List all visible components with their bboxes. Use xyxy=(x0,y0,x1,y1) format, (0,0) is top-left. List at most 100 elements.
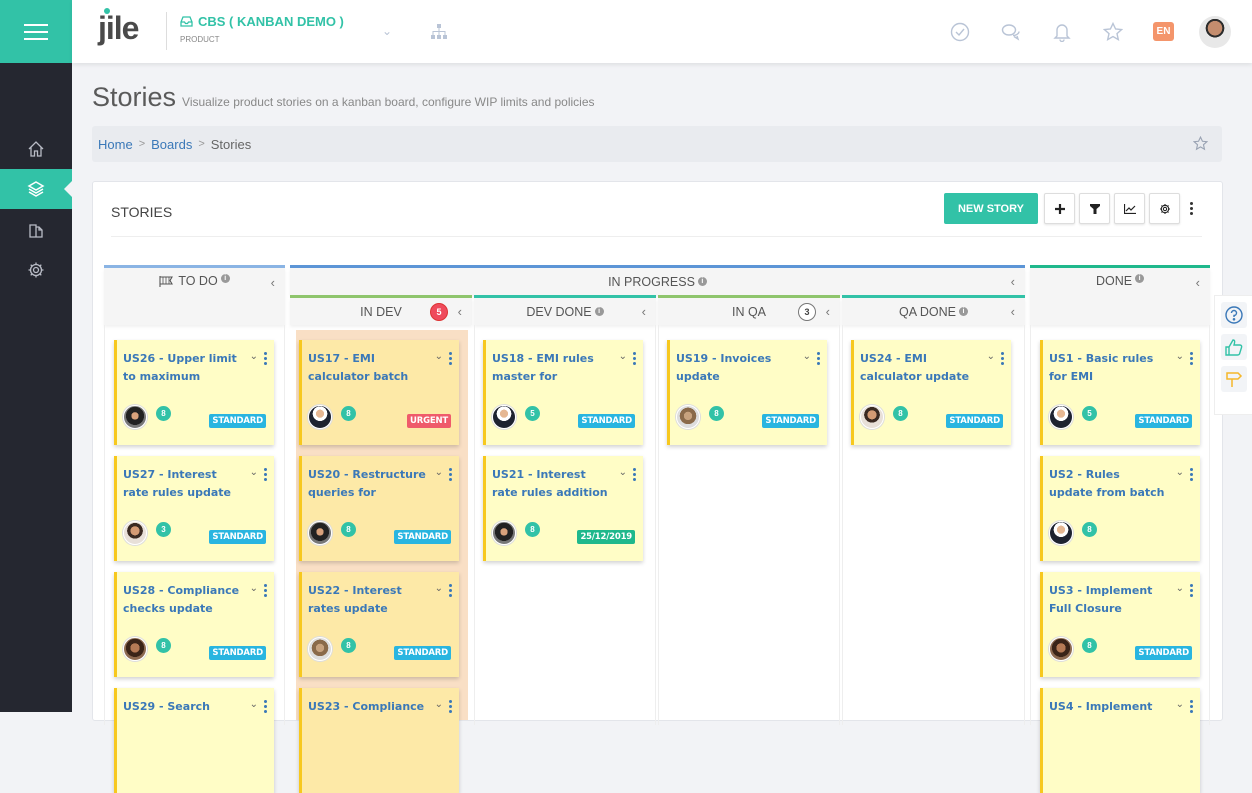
assignee-avatar[interactable] xyxy=(1049,637,1073,661)
story-title[interactable]: US27 - Interest rate rules update xyxy=(123,466,241,502)
story-title[interactable]: US1 - Basic rules for EMI xyxy=(1049,350,1167,386)
filter-button[interactable] xyxy=(1079,193,1110,224)
card-menu-icon[interactable] xyxy=(1001,352,1004,365)
story-title[interactable]: US29 - Search xyxy=(123,698,241,716)
expand-card-chevron-icon[interactable]: ⌄ xyxy=(250,351,258,362)
story-card[interactable]: US2 - Rules update from batch ⌄ 8 xyxy=(1040,456,1200,561)
add-button[interactable] xyxy=(1044,193,1075,224)
expand-card-chevron-icon[interactable]: ⌄ xyxy=(250,467,258,478)
expand-card-chevron-icon[interactable]: ⌄ xyxy=(250,583,258,594)
bookmark-button[interactable] xyxy=(1192,135,1209,154)
story-title[interactable]: US24 - EMI calculator update xyxy=(860,350,978,386)
sidebar-item-documents[interactable] xyxy=(0,210,72,250)
assignee-avatar[interactable] xyxy=(123,521,147,545)
more-options-button[interactable] xyxy=(1186,202,1196,215)
breadcrumb-boards[interactable]: Boards xyxy=(151,137,192,152)
expand-card-chevron-icon[interactable]: ⌄ xyxy=(435,583,443,594)
story-card[interactable]: US26 - Upper limit to maximum ⌄ 8 STANDARD xyxy=(114,340,274,445)
story-title[interactable]: US22 - Interest rates update xyxy=(308,582,426,618)
hierarchy-button[interactable] xyxy=(430,24,448,45)
expand-card-chevron-icon[interactable]: ⌄ xyxy=(987,351,995,362)
breadcrumb-home[interactable]: Home xyxy=(98,137,133,152)
story-title[interactable]: US21 - Interest rate rules addition xyxy=(492,466,610,502)
board-settings-button[interactable] xyxy=(1149,193,1180,224)
chart-button[interactable] xyxy=(1114,193,1145,224)
info-icon[interactable]: i xyxy=(958,307,968,316)
assignee-avatar[interactable] xyxy=(123,405,147,429)
language-button[interactable]: EN xyxy=(1138,22,1189,41)
story-card[interactable]: US22 - Interest rates update ⌄ 8 STANDARD xyxy=(299,572,459,677)
card-menu-icon[interactable] xyxy=(264,468,267,481)
collapse-column-button[interactable]: ‹ xyxy=(826,304,830,319)
story-title[interactable]: US4 - Implement xyxy=(1049,698,1167,716)
story-title[interactable]: US19 - Invoices update xyxy=(676,350,794,386)
story-card[interactable]: US4 - Implement ⌄ xyxy=(1040,688,1200,793)
story-title[interactable]: US18 - EMI rules master for xyxy=(492,350,610,386)
story-card[interactable]: US29 - Search ⌄ xyxy=(114,688,274,793)
expand-card-chevron-icon[interactable]: ⌄ xyxy=(1176,351,1184,362)
info-icon[interactable]: i xyxy=(1135,274,1145,283)
info-icon[interactable]: i xyxy=(594,307,604,316)
card-menu-icon[interactable] xyxy=(264,352,267,365)
story-card[interactable]: US27 - Interest rate rules update ⌄ 3 STAND… xyxy=(114,456,274,561)
card-menu-icon[interactable] xyxy=(449,352,452,365)
info-icon[interactable]: i xyxy=(220,274,230,283)
expand-card-chevron-icon[interactable]: ⌄ xyxy=(619,351,627,362)
story-title[interactable]: US3 - Implement Full Closure xyxy=(1049,582,1167,618)
story-card[interactable]: US24 - EMI calculator update ⌄ 8 STANDARD xyxy=(851,340,1011,445)
story-title[interactable]: US2 - Rules update from batch xyxy=(1049,466,1167,502)
assignee-avatar[interactable] xyxy=(860,405,884,429)
expand-card-chevron-icon[interactable]: ⌄ xyxy=(803,351,811,362)
expand-card-chevron-icon[interactable]: ⌄ xyxy=(619,467,627,478)
collapse-column-button[interactable]: ‹ xyxy=(1011,304,1015,319)
expand-card-chevron-icon[interactable]: ⌄ xyxy=(250,699,258,710)
card-menu-icon[interactable] xyxy=(1190,468,1193,481)
card-menu-icon[interactable] xyxy=(633,468,636,481)
story-title[interactable]: US28 - Compliance checks update xyxy=(123,582,241,618)
guide-button[interactable] xyxy=(1220,366,1247,392)
assignee-avatar[interactable] xyxy=(1049,405,1073,429)
assignee-avatar[interactable] xyxy=(1049,521,1073,545)
expand-card-chevron-icon[interactable]: ⌄ xyxy=(1176,583,1184,594)
card-menu-icon[interactable] xyxy=(1190,352,1193,365)
card-menu-icon[interactable] xyxy=(817,352,820,365)
assignee-avatar[interactable] xyxy=(676,405,700,429)
help-button[interactable] xyxy=(1220,302,1247,328)
story-card[interactable]: US19 - Invoices update ⌄ 8 STANDARD xyxy=(667,340,827,445)
collapse-column-button[interactable]: ‹ xyxy=(1196,275,1200,290)
assignee-avatar[interactable] xyxy=(308,521,332,545)
assignee-avatar[interactable] xyxy=(492,405,516,429)
expand-card-chevron-icon[interactable]: ⌄ xyxy=(435,467,443,478)
tasks-button[interactable] xyxy=(934,22,985,42)
story-card[interactable]: US21 - Interest rate rules addition ⌄ 8 25/… xyxy=(483,456,643,561)
sidebar-item-home[interactable] xyxy=(0,129,72,169)
sidebar-item-boards[interactable] xyxy=(0,169,72,209)
card-menu-icon[interactable] xyxy=(633,352,636,365)
story-title[interactable]: US20 - Restructure queries for xyxy=(308,466,426,502)
story-title[interactable]: US26 - Upper limit to maximum xyxy=(123,350,241,386)
card-menu-icon[interactable] xyxy=(449,584,452,597)
card-menu-icon[interactable] xyxy=(264,700,267,713)
story-card[interactable]: US17 - EMI calculator batch ⌄ 8 URGENT xyxy=(299,340,459,445)
collapse-column-button[interactable]: ‹ xyxy=(271,275,275,290)
collapse-column-button[interactable]: ‹ xyxy=(642,304,646,319)
story-card[interactable]: US18 - EMI rules master for ⌄ 5 STANDARD xyxy=(483,340,643,445)
card-menu-icon[interactable] xyxy=(449,700,452,713)
story-card[interactable]: US20 - Restructure queries for ⌄ 8 STANDARD xyxy=(299,456,459,561)
assignee-avatar[interactable] xyxy=(308,405,332,429)
favorites-button[interactable] xyxy=(1087,21,1138,42)
collapse-column-button[interactable]: ‹ xyxy=(1011,274,1015,289)
jile-logo[interactable]: jile xyxy=(98,8,139,47)
expand-card-chevron-icon[interactable]: ⌄ xyxy=(435,699,443,710)
card-menu-icon[interactable] xyxy=(1190,700,1193,713)
sidebar-item-settings[interactable] xyxy=(0,250,72,290)
notifications-button[interactable] xyxy=(1036,22,1087,42)
user-menu[interactable] xyxy=(1189,15,1240,48)
story-card[interactable]: US1 - Basic rules for EMI ⌄ 5 STANDARD xyxy=(1040,340,1200,445)
expand-card-chevron-icon[interactable]: ⌄ xyxy=(435,351,443,362)
card-menu-icon[interactable] xyxy=(449,468,452,481)
project-selector[interactable]: CBS ( KANBAN DEMO ) PRODUCT xyxy=(180,14,344,44)
story-title[interactable]: US17 - EMI calculator batch xyxy=(308,350,426,386)
feedback-button[interactable] xyxy=(1220,334,1247,360)
collapse-column-button[interactable]: ‹ xyxy=(458,304,462,319)
